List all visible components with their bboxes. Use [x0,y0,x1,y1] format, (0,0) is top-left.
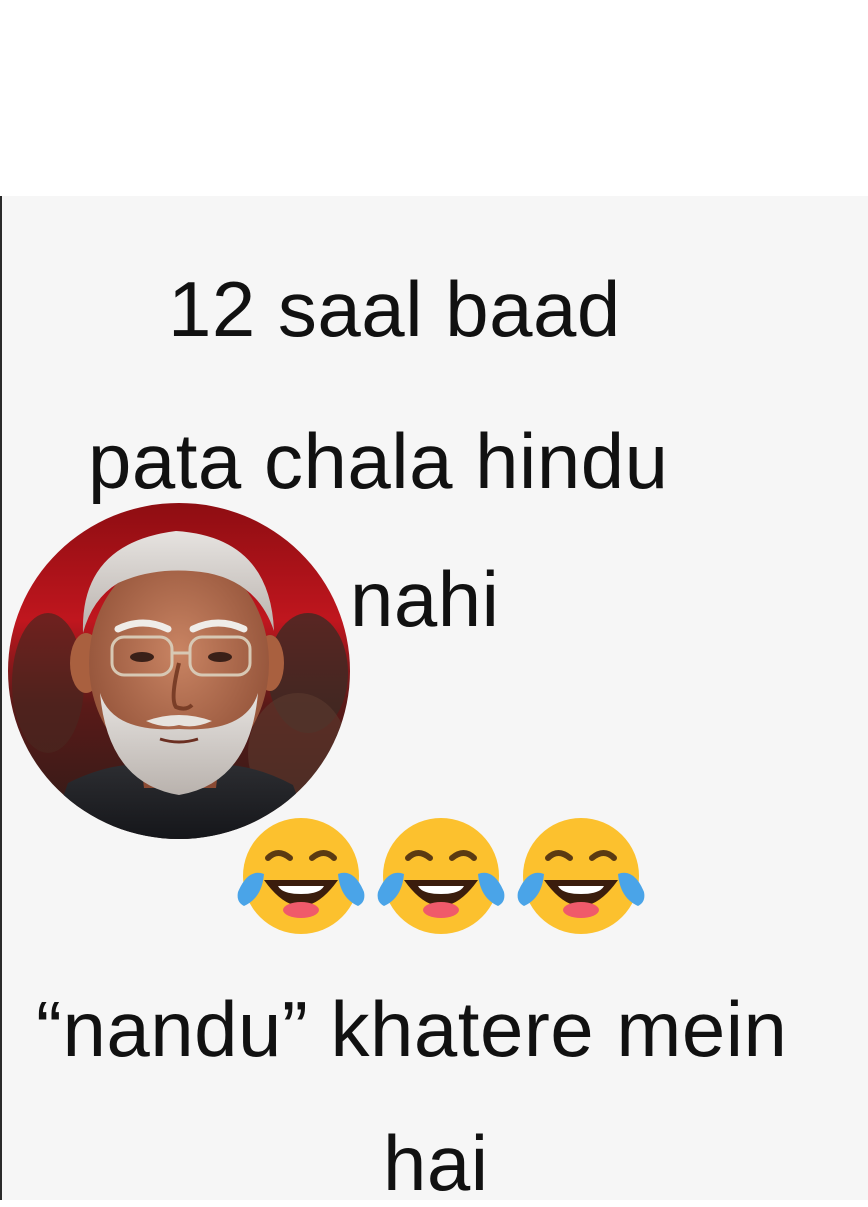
caption-line-4: “nandu” khatere mein [36,985,788,1073]
face-with-tears-of-joy-icon [514,814,648,944]
face-with-tears-of-joy-icon [234,814,368,944]
meme-panel: 12 saal baad pata chala hindu nahi “nand… [0,196,868,1207]
caption-line-2: pata chala hindu [88,417,669,505]
caption-line-5: hai [383,1119,489,1207]
caption-line-3: nahi [350,555,500,643]
portrait-photo [8,503,350,839]
caption-line-1: 12 saal baad [168,265,621,353]
face-with-tears-of-joy-icon [374,814,508,944]
emoji-row [234,814,654,944]
top-white-margin [0,0,868,196]
